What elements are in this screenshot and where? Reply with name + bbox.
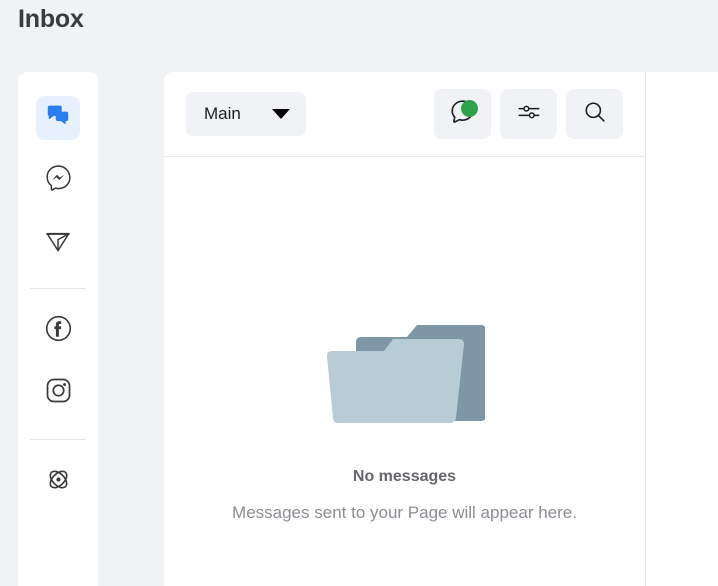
instagram-icon bbox=[45, 377, 72, 409]
channel-sidebar bbox=[18, 72, 98, 586]
messenger-icon bbox=[45, 164, 72, 196]
facebook-icon bbox=[45, 315, 72, 347]
panel-vertical-divider bbox=[645, 72, 646, 586]
empty-state: No messages Messages sent to your Page w… bbox=[164, 158, 645, 586]
chevron-down-icon bbox=[272, 109, 290, 119]
folder-dropdown-label: Main bbox=[204, 104, 241, 123]
inbox-page: Inbox Main No messages Messages sent to … bbox=[0, 0, 718, 586]
sidebar-item-automations[interactable] bbox=[36, 460, 80, 504]
sliders-icon bbox=[516, 99, 542, 130]
paper-plane-icon bbox=[44, 226, 72, 259]
sidebar-divider-1 bbox=[30, 288, 86, 289]
inbox-toolbar: Main bbox=[164, 72, 645, 157]
sidebar-item-instagram-direct[interactable] bbox=[36, 220, 80, 264]
toolbar-actions bbox=[434, 89, 623, 139]
inbox-panel: Main No messages Messages sent to your P… bbox=[164, 72, 718, 586]
empty-state-subtitle: Messages sent to your Page will appear h… bbox=[232, 503, 577, 522]
sidebar-item-messenger[interactable] bbox=[36, 158, 80, 202]
status-chat-button[interactable] bbox=[434, 89, 491, 139]
search-icon bbox=[582, 99, 608, 130]
sidebar-divider-2 bbox=[30, 439, 86, 440]
folder-dropdown[interactable]: Main bbox=[186, 92, 306, 136]
search-button[interactable] bbox=[566, 89, 623, 139]
status-badge bbox=[461, 100, 478, 117]
filters-button[interactable] bbox=[500, 89, 557, 139]
sidebar-item-all-messages[interactable] bbox=[36, 96, 80, 140]
chat-bubbles-icon bbox=[45, 103, 71, 134]
empty-folder-icon bbox=[325, 311, 486, 431]
page-title: Inbox bbox=[18, 5, 84, 33]
sidebar-item-facebook[interactable] bbox=[36, 309, 80, 353]
atom-icon bbox=[45, 466, 72, 498]
sidebar-item-instagram[interactable] bbox=[36, 371, 80, 415]
empty-state-title: No messages bbox=[352, 468, 457, 485]
